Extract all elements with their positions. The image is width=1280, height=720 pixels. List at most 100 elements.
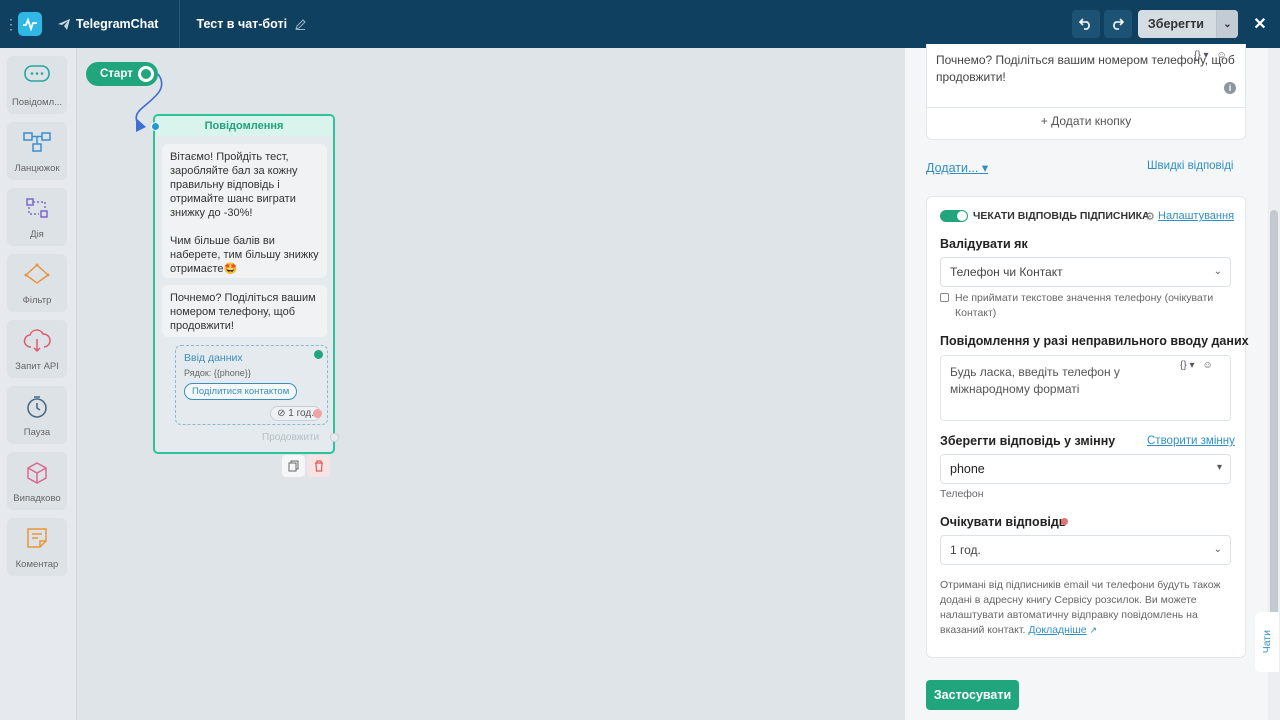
api-icon — [23, 329, 51, 353]
logo-icon[interactable] — [18, 12, 42, 36]
timeout-pin[interactable] — [313, 409, 322, 418]
continue-label: Продовжити — [262, 432, 320, 443]
wait-toggle-label: ЧЕКАТИ ВІДПОВІДЬ ПІДПИСНИКА — [973, 210, 1150, 222]
sidebar-item-label: Запит API — [15, 361, 59, 372]
wait-toggle[interactable] — [940, 210, 968, 222]
sidebar-item-filter[interactable]: Фільтр — [7, 254, 67, 312]
breadcrumb-app[interactable]: TelegramChat — [52, 0, 174, 48]
gear-icon[interactable]: ⚙ — [1145, 210, 1155, 223]
emoji-icon[interactable]: ☺ — [1216, 50, 1226, 61]
invalid-msg-tools: {} ▾ ☺ — [1180, 360, 1213, 371]
trash-icon — [314, 460, 323, 472]
start-label: Старт — [100, 68, 133, 80]
validate-label: Валідувати як — [940, 237, 1028, 251]
sidebar-item-random[interactable]: Випадково — [7, 452, 67, 510]
chats-tab-label: Чати — [1261, 630, 1273, 654]
settings-link[interactable]: Налаштування — [1158, 210, 1234, 222]
add-button-link[interactable]: + Додати кнопку — [926, 114, 1246, 128]
input-block-title: Ввід данних — [184, 352, 243, 364]
chain-icon — [23, 132, 51, 152]
input-success-pin[interactable] — [314, 350, 323, 359]
sidebar-item-label: Дія — [30, 229, 44, 240]
edit-icon[interactable] — [295, 18, 306, 30]
redo-button[interactable] — [1103, 10, 1132, 38]
node-toolbar — [282, 455, 330, 477]
message-text: Почнемо? Поділіться вашим номером телефо… — [936, 53, 1235, 84]
input-block-row: Рядок: {{phone}} — [184, 368, 251, 378]
message-icon — [24, 65, 50, 82]
breadcrumb-flow[interactable]: Тест в чат-боті — [174, 0, 328, 48]
save-dropdown-icon[interactable]: ⌄ — [1216, 10, 1238, 38]
action-icon — [26, 198, 48, 218]
variable-value: phone — [950, 462, 985, 476]
invalid-msg-text: Будь ласка, введіть телефон у міжнародно… — [950, 365, 1120, 396]
sidebar-item-comment[interactable]: Коментар — [7, 518, 67, 576]
sidebar-item-label: Коментар — [15, 559, 59, 570]
sidebar-item-api[interactable]: Запит API — [7, 320, 67, 378]
info-icon[interactable]: i — [1224, 82, 1236, 94]
wait-label: Очікувати відповідь — [940, 515, 1067, 529]
blocks-sidebar: Повідомл... Ланцюжок Дія Фільтр Запит AP… — [0, 48, 77, 720]
start-connector[interactable] — [138, 66, 154, 82]
validate-select[interactable]: Телефон чи Контакт ⌄ — [940, 257, 1231, 287]
node-title: Повідомлення — [155, 116, 333, 136]
variable-select[interactable]: phone ▾ — [940, 454, 1231, 484]
save-var-label: Зберегти відповідь у змінну — [940, 434, 1116, 448]
save-label: Зберегти — [1147, 17, 1204, 31]
message-node[interactable]: Повідомлення Вітаємо! Пройдіть тест, зар… — [151, 114, 339, 454]
filter-icon — [24, 263, 50, 284]
sidebar-item-label: Ланцюжок — [14, 163, 60, 174]
invalid-msg-label: Повідомлення у разі неправильного вводу … — [940, 334, 1249, 348]
redo-icon — [1113, 18, 1125, 30]
variable-hint: Телефон — [940, 488, 984, 500]
node-message-1: Вітаємо! Пройдіть тест, заробляйте бал з… — [162, 144, 327, 278]
chevron-down-icon: ⌄ — [1213, 544, 1222, 555]
apply-button[interactable]: Застосувати — [926, 680, 1019, 710]
sidebar-item-pause[interactable]: Пауза — [7, 386, 67, 444]
variables-icon[interactable]: {} ▾ — [1180, 360, 1194, 371]
node-input-pin[interactable] — [151, 122, 160, 131]
app-name: TelegramChat — [76, 17, 159, 31]
wait-value: 1 год. — [950, 543, 981, 557]
add-more-dropdown[interactable]: Додати... ▾ — [926, 160, 988, 175]
create-var-link[interactable]: Створити змінну — [1147, 435, 1235, 447]
node-message-2: Почнемо? Поділіться вашим номером телефо… — [162, 285, 327, 337]
delete-node-button[interactable] — [307, 455, 330, 477]
close-icon[interactable]: ✕ — [1248, 12, 1272, 36]
node-input-block[interactable]: Ввід данних Рядок: {{phone}} Поділитися … — [175, 345, 328, 425]
add-more-label: Додати... — [926, 161, 979, 175]
top-bar: ⋮ TelegramChat Тест в чат-боті Зберегти … — [0, 0, 1280, 48]
more-link[interactable]: Докладніше — [1028, 624, 1086, 636]
undo-button[interactable] — [1071, 10, 1100, 38]
copy-node-button[interactable] — [282, 455, 305, 477]
random-icon — [27, 462, 47, 484]
chats-tab[interactable]: Чати — [1255, 612, 1279, 672]
comment-icon — [27, 528, 47, 548]
sidebar-item-label: Випадково — [13, 493, 61, 504]
info-paragraph: Отримані від підписників email чи телефо… — [940, 578, 1232, 638]
message-tools: {} ▾ ☺ — [1194, 50, 1227, 61]
required-dot — [1061, 518, 1068, 525]
sidebar-item-chain[interactable]: Ланцюжок — [7, 122, 67, 180]
contact-only-checkbox[interactable] — [940, 293, 949, 302]
contact-only-label: Не приймати текстове значення телефону (… — [955, 292, 1214, 319]
app-menu-icon[interactable]: ⋮ — [4, 17, 18, 31]
sidebar-item-message[interactable]: Повідомл... — [7, 56, 67, 114]
wait-select[interactable]: 1 год. ⌄ — [940, 535, 1231, 565]
emoji-icon[interactable]: ☺ — [1202, 360, 1212, 371]
continue-pin[interactable] — [330, 433, 339, 442]
undo-icon — [1079, 18, 1091, 30]
start-node[interactable]: Старт — [86, 62, 158, 86]
quick-replies-link[interactable]: Швидкі відповіді — [1147, 160, 1234, 172]
pause-icon — [27, 396, 47, 418]
sidebar-item-label: Фільтр — [22, 295, 52, 306]
caret-down-icon: ▾ — [1216, 462, 1222, 473]
timeout-value: 1 год. — [288, 408, 314, 419]
share-contact-button[interactable]: Поділитися контактом — [184, 383, 298, 400]
sidebar-item-label: Пауза — [23, 427, 51, 438]
save-button[interactable]: Зберегти ⌄ — [1137, 10, 1238, 38]
sidebar-item-action[interactable]: Дія — [7, 188, 67, 246]
variables-icon[interactable]: {} ▾ — [1194, 50, 1208, 61]
validate-value: Телефон чи Контакт — [950, 265, 1063, 279]
chevron-down-icon: ⌄ — [1213, 266, 1222, 277]
